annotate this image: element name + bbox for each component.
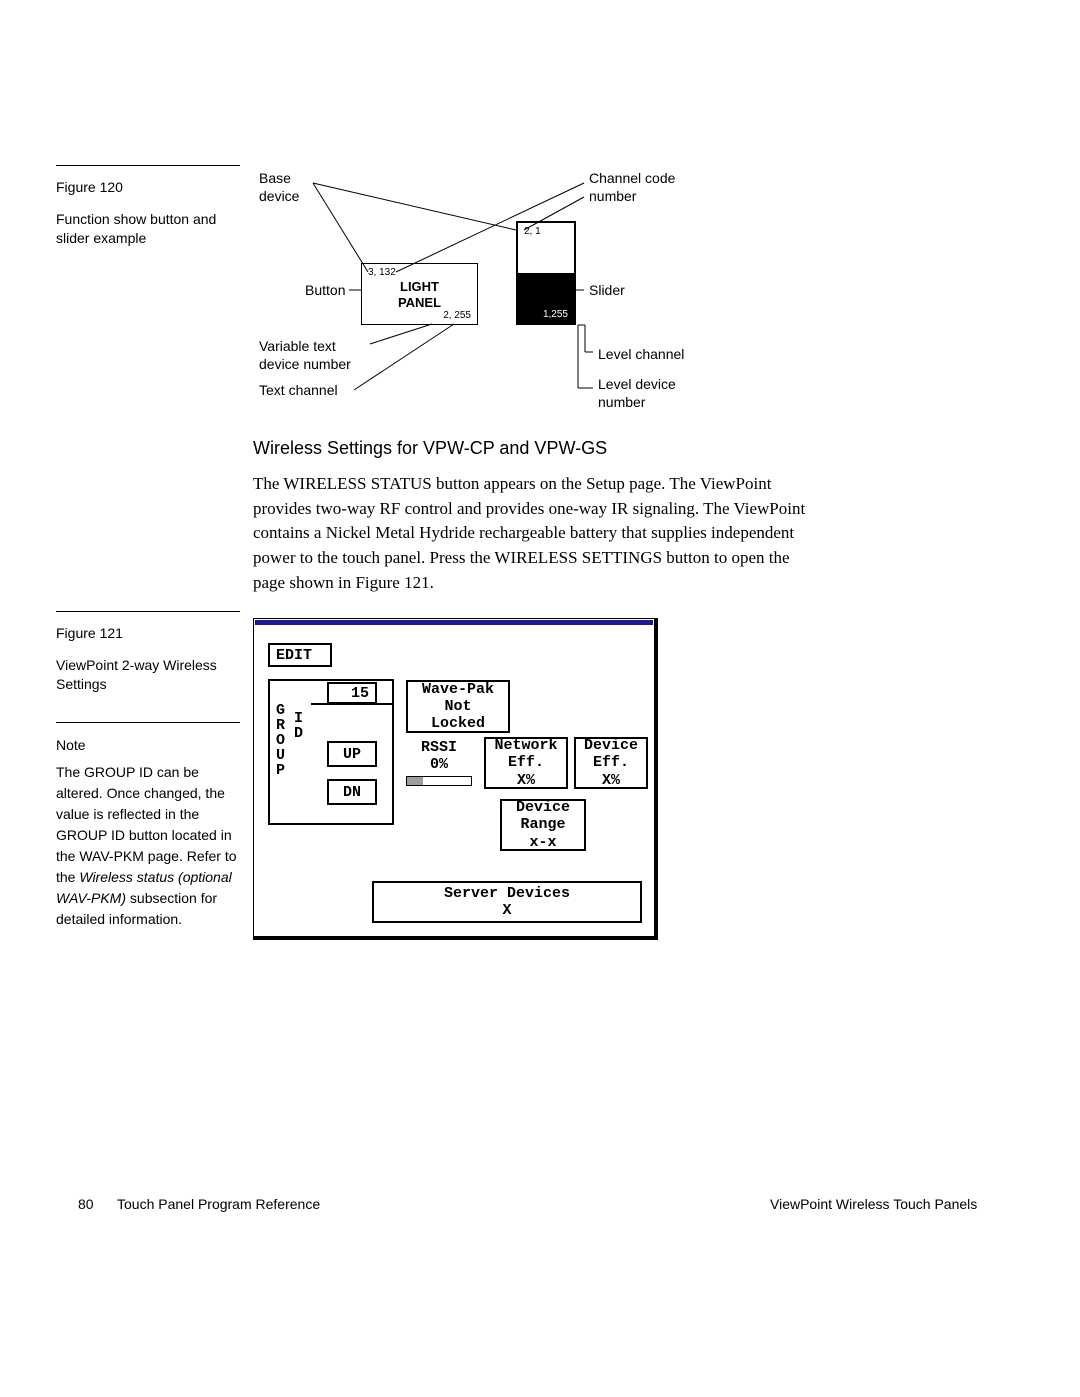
server-devices-box: Server Devices X [372, 881, 642, 923]
group-id-value: 15 [327, 682, 377, 704]
label-base-device: Base device [259, 170, 299, 205]
note-body-prefix: The GROUP ID can be altered. Once change… [56, 764, 237, 885]
rssi-label: RSSI 0% [406, 739, 472, 774]
rule-note [56, 722, 240, 723]
rule-fig120 [56, 165, 240, 166]
network-eff-box: Network Eff. X% [484, 737, 568, 789]
page: Figure 120 Function show button and slid… [0, 0, 1080, 1397]
edit-button[interactable]: EDIT [268, 643, 332, 667]
group-dn-button[interactable]: DN [327, 779, 377, 805]
rssi-bar-fill [407, 777, 423, 785]
label-channel-code: Channel code number [589, 170, 675, 205]
label-variable-text: Variable text device number [259, 338, 351, 373]
footer-left: Touch Panel Program Reference [117, 1196, 320, 1212]
light-title: LIGHT PANEL [362, 279, 477, 310]
note-body: The GROUP ID can be altered. Once change… [56, 762, 241, 930]
group-up-button[interactable]: UP [327, 741, 377, 767]
slider-code-bot: 1,255 [543, 309, 568, 320]
label-text-channel: Text channel [259, 382, 338, 400]
fig121-text: ViewPoint 2-way Wireless Settings [56, 657, 217, 693]
body-paragraph: The WIRELESS STATUS button appears on th… [253, 472, 813, 595]
fig120-number: Figure 120 [56, 178, 241, 198]
rule-fig121 [56, 611, 240, 612]
fig120-text: Function show button and slider example [56, 211, 216, 247]
device-range-box: Device Range x-x [500, 799, 586, 851]
footer-page-number: 80 [78, 1196, 94, 1212]
footer-right: ViewPoint Wireless Touch Panels [770, 1196, 977, 1212]
label-button: Button [305, 282, 345, 300]
rssi-block: RSSI 0% [406, 739, 472, 786]
group-divider [311, 703, 393, 705]
light-code-tl: 3, 132 [368, 267, 396, 278]
section-heading: Wireless Settings for VPW-CP and VPW-GS [253, 438, 607, 459]
ui-titlebar [255, 620, 653, 625]
slider-code-top: 2, 1 [524, 226, 541, 237]
id-vertical-label: ID [294, 711, 304, 741]
label-level-device: Level device number [598, 376, 676, 411]
device-eff-box: Device Eff. X% [574, 737, 648, 789]
light-panel-box: 3, 132 LIGHT PANEL 2, 255 [361, 263, 478, 325]
group-vertical-label: GROUP [276, 703, 286, 778]
fig120-caption: Figure 120 Function show button and slid… [56, 178, 241, 249]
slider-box: 2, 1 1,255 [516, 221, 576, 325]
wireless-settings-panel: EDIT GROUP ID 15 UP DN Wave-Pak Not Lock… [253, 618, 658, 940]
note-title: Note [56, 737, 86, 753]
fig121-number: Figure 121 [56, 624, 241, 644]
label-slider: Slider [589, 282, 625, 300]
fig121-caption: Figure 121 ViewPoint 2-way Wireless Sett… [56, 624, 241, 695]
light-code-br: 2, 255 [443, 310, 471, 321]
wavepak-status: Wave-Pak Not Locked [406, 680, 510, 733]
label-level-channel: Level channel [598, 346, 684, 364]
